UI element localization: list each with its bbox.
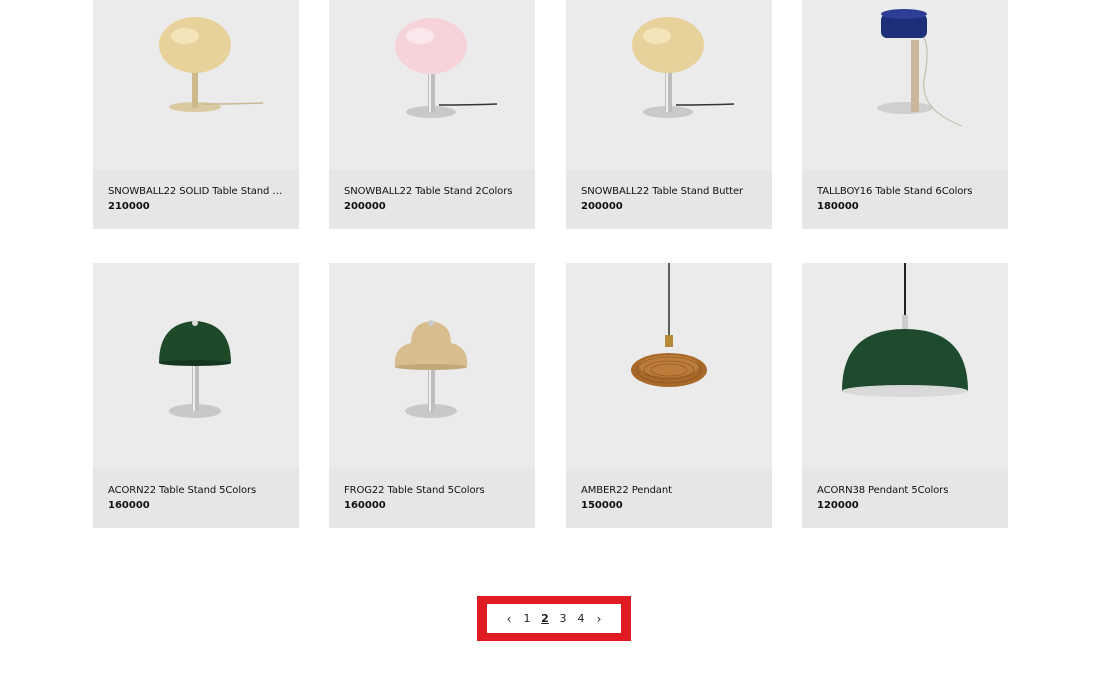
product-card[interactable]: SNOWBALL22 Table Stand 2Colors 200000 — [329, 0, 535, 229]
product-name[interactable]: ACORN22 Table Stand 5Colors — [108, 484, 284, 498]
product-price: 150000 — [581, 500, 623, 511]
product-image[interactable] — [566, 0, 772, 170]
page-link-4[interactable]: 4 — [572, 612, 590, 625]
product-image[interactable] — [566, 263, 772, 469]
product-price: 210000 — [108, 201, 150, 212]
product-card[interactable]: SNOWBALL22 Table Stand Butter 200000 — [566, 0, 772, 229]
product-price: 200000 — [344, 201, 386, 212]
product-card[interactable]: AMBER22 Pendant 150000 — [566, 263, 772, 528]
next-page-icon[interactable]: › — [590, 612, 608, 626]
product-name[interactable]: SNOWBALL22 Table Stand 2Colors — [344, 185, 520, 199]
product-card[interactable]: ACORN38 Pendant 5Colors 120000 — [802, 263, 1008, 528]
product-image[interactable] — [802, 0, 1008, 170]
product-card[interactable]: ACORN22 Table Stand 5Colors 160000 — [93, 263, 299, 528]
product-price: 200000 — [581, 201, 623, 212]
product-card[interactable]: FROG22 Table Stand 5Colors 160000 — [329, 263, 535, 528]
product-image[interactable] — [329, 263, 535, 469]
product-name[interactable]: TALLBOY16 Table Stand 6Colors — [817, 185, 993, 199]
product-image[interactable] — [93, 263, 299, 469]
product-image[interactable] — [802, 263, 1008, 469]
page-link-1[interactable]: 1 — [518, 612, 536, 625]
product-image[interactable] — [329, 0, 535, 170]
product-name[interactable]: ACORN38 Pendant 5Colors — [817, 484, 993, 498]
product-price: 160000 — [344, 500, 386, 511]
product-name[interactable]: FROG22 Table Stand 5Colors — [344, 484, 520, 498]
page-link-3[interactable]: 3 — [554, 612, 572, 625]
prev-page-icon[interactable]: ‹ — [500, 612, 518, 626]
pagination: ‹ 1 2 3 4 › — [487, 604, 621, 633]
pagination-highlight: ‹ 1 2 3 4 › — [477, 596, 631, 641]
product-name[interactable]: SNOWBALL22 Table Stand Butter — [581, 185, 757, 199]
product-price: 120000 — [817, 500, 859, 511]
product-price: 180000 — [817, 201, 859, 212]
product-card[interactable]: SNOWBALL22 SOLID Table Stand All ... 210… — [93, 0, 299, 229]
product-name[interactable]: SNOWBALL22 SOLID Table Stand All ... — [108, 185, 284, 199]
page-link-2-current[interactable]: 2 — [536, 612, 554, 625]
product-image[interactable] — [93, 0, 299, 170]
product-name[interactable]: AMBER22 Pendant — [581, 484, 757, 498]
product-price: 160000 — [108, 500, 150, 511]
product-card[interactable]: TALLBOY16 Table Stand 6Colors 180000 — [802, 0, 1008, 229]
